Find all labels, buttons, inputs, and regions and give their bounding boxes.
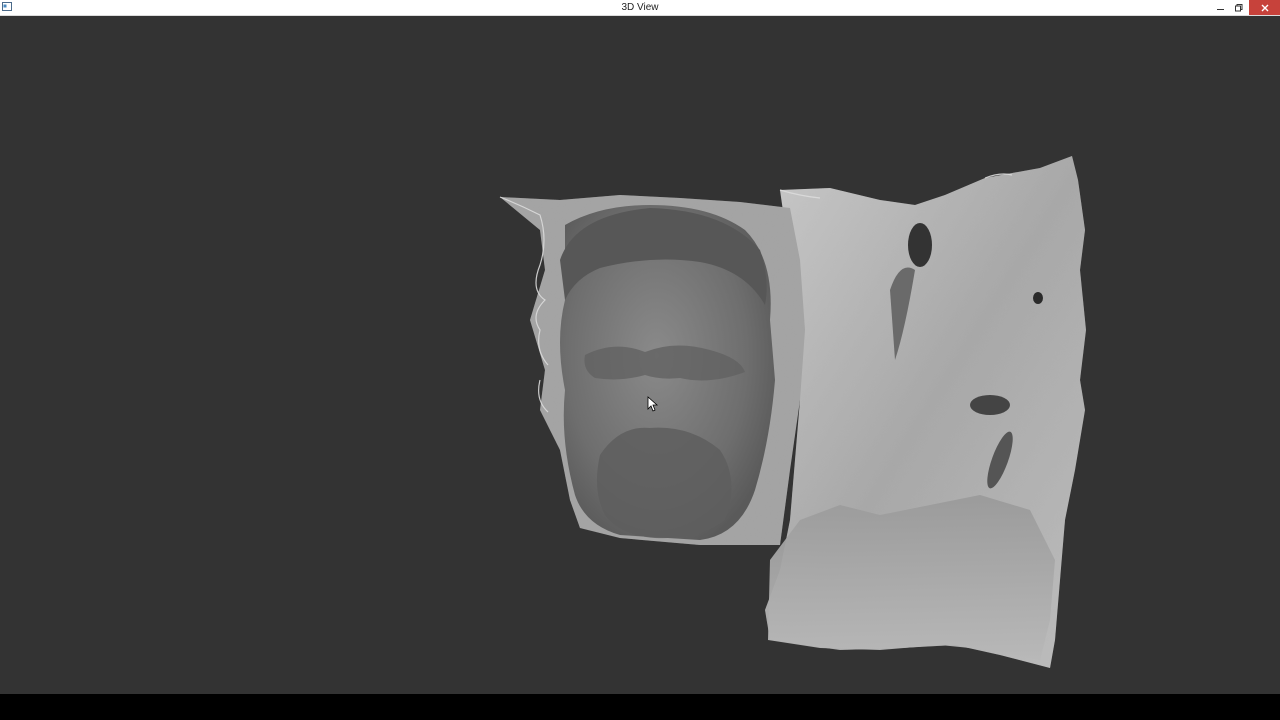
3d-viewport[interactable] xyxy=(0,16,1280,694)
minimize-icon xyxy=(1217,8,1224,10)
app-window: 3D View xyxy=(0,0,1280,694)
restore-button[interactable] xyxy=(1229,0,1249,15)
scan-lower-torso xyxy=(768,495,1055,660)
close-button[interactable] xyxy=(1249,0,1280,15)
close-icon xyxy=(1261,4,1268,11)
restore-icon xyxy=(1235,3,1243,11)
minimize-button[interactable] xyxy=(1211,0,1231,15)
window-title: 3D View xyxy=(621,2,659,13)
point-cloud-render xyxy=(499,156,1086,668)
title-bar[interactable]: 3D View xyxy=(0,0,1280,16)
screen-bottom-bar xyxy=(0,694,1280,720)
scan-person-head xyxy=(560,205,775,540)
